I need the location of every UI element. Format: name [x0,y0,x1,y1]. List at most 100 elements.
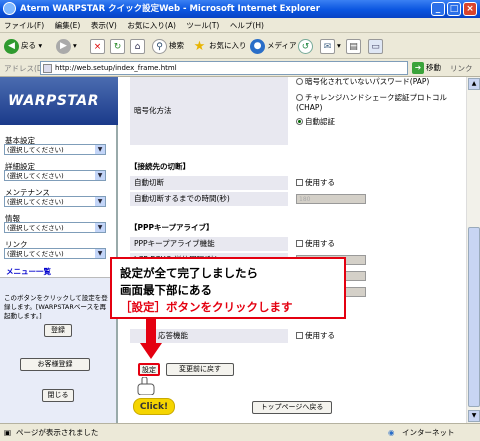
callout-line-1: 設定が全て完了しましたら [120,266,258,280]
chevron-down-icon: ▼ [95,197,105,206]
refresh-button[interactable]: ↻ [110,37,127,55]
page-icon [43,64,52,73]
radio-auto[interactable]: 自動認証 [296,117,456,127]
auto-disconnect-label: 自動切断 [130,176,288,190]
internet-zone-icon: ◉ [388,428,395,437]
disconnect-header: 【接続先の切断】 [130,162,190,171]
ie-logo-icon [3,2,16,15]
close-button[interactable]: × [463,2,477,16]
links-label[interactable]: リンク [450,63,473,74]
go-button[interactable]: ➔ 移動 [412,62,441,74]
encryption-row: 暗号化方法 暗号化されていないパスワード(PAP) チャレンジハンドシェーク認証… [130,77,456,145]
basic-settings-select[interactable]: (選択してください) ▼ [4,144,106,155]
ppp-keepalive-checkbox[interactable]: 使用する [292,237,335,251]
detail-settings-select[interactable]: (選択してください) ▼ [4,170,106,181]
red-down-arrow-icon [140,319,162,359]
close-window-button[interactable]: 閉じる [42,389,74,402]
disconnect-time-label: 自動切断するまでの時間(秒) [130,192,288,206]
sidebar-panel: このボタンをクリックして設定を登録します。[WARPSTARベースを再起動します… [0,277,116,423]
back-arrow-icon: ◀ [4,38,19,54]
echo-reply-row: 応答機能 使用する [130,329,456,343]
scroll-up-icon[interactable]: ▲ [468,78,480,90]
auto-disconnect-checkbox[interactable]: 使用する [292,176,335,190]
stop-button[interactable]: × [90,37,107,55]
chevron-down-icon: ▼ [95,145,105,154]
menu-list-link[interactable]: メニュー一覧 [6,266,51,277]
scroll-thumb[interactable] [468,227,480,407]
pointing-hand-icon [137,377,155,395]
media-button[interactable]: ● メディア [250,37,296,55]
maximize-button[interactable]: □ [447,2,461,16]
page-status-icon: ▣ [4,428,12,437]
customer-register-button[interactable]: お客様登録 [20,358,90,371]
menu-file[interactable]: ファイル(F) [0,18,48,31]
address-input[interactable]: http://web.setup/index_frame.html [40,61,408,75]
mail-button[interactable]: ✉ ▾ [320,37,341,55]
radio-selected-icon [296,118,303,125]
instruction-callout: 設定が全て完了しましたら 画面最下部にある ［設定］ボタンをクリックします [110,257,346,319]
toolbar: ◀ 戻る ▾ ▶ ▾ × ↻ ⌂ ⚲ 検索 ★ お気に入り ● メディア ↺ ✉ ▾ ▤ ▭ [0,33,480,59]
register-button[interactable]: 登録 [44,324,72,337]
click-label: Click! [133,398,175,415]
disconnect-time-field[interactable]: 180 [296,194,366,204]
history-icon: ↺ [298,38,313,54]
menu-tools[interactable]: ツール(T) [182,18,223,31]
print-icon: ▤ [346,38,361,54]
radio-pap[interactable]: 暗号化されていないパスワード(PAP) [296,77,456,87]
search-icon: ⚲ [152,38,167,54]
chevron-down-icon: ▼ [95,249,105,258]
auto-disconnect-row: 自動切断 使用する [130,176,456,190]
vertical-scrollbar[interactable]: ▲ ▼ [466,77,480,423]
encryption-label: 暗号化方法 [130,77,288,145]
search-button[interactable]: ⚲ 検索 [152,37,184,55]
back-button[interactable]: ◀ 戻る ▾ [4,37,42,55]
scroll-down-icon[interactable]: ▼ [468,410,480,422]
home-button[interactable]: ⌂ [130,37,147,55]
set-button[interactable]: 設定 [138,363,160,376]
menu-bar: ファイル(F) 編集(E) 表示(V) お気に入り(A) ツール(T) ヘルプ(… [0,18,480,33]
maintenance-select[interactable]: (選択してください) ▼ [4,196,106,207]
radio-chap[interactable]: チャレンジハンドシェーク認証プロトコル(CHAP) [296,93,456,113]
stop-icon: × [90,38,105,54]
print-button[interactable]: ▤ [346,37,363,55]
ppp-header: 【PPPキープアライブ】 [130,223,214,232]
menu-edit[interactable]: 編集(E) [51,18,85,31]
status-text: ページが表示されました [16,428,99,437]
menu-favorites[interactable]: お気に入り(A) [123,18,179,31]
status-bar: ▣ ページが表示されました ◉ インターネット [0,423,480,441]
warpstar-logo: WARPSTAR [0,77,118,125]
history-button[interactable]: ↺ [298,37,315,55]
menu-view[interactable]: 表示(V) [87,18,121,31]
reset-button[interactable]: 変更前に戻す [166,363,234,376]
menu-help[interactable]: ヘルプ(H) [226,18,268,31]
favorites-button[interactable]: ★ お気に入り [192,37,247,55]
mail-icon: ✉ [320,38,335,54]
forward-arrow-icon: ▶ [56,38,71,54]
forward-button[interactable]: ▶ ▾ [56,37,77,55]
checkbox-icon [296,332,303,339]
edit-icon: ▭ [368,38,383,54]
ppp-keepalive-label: PPPキープアライブ機能 [130,237,288,251]
sidebar-frame: WARPSTAR 基本設定 (選択してください) ▼ 詳細設定 (選択してくださ… [0,77,118,423]
edit-button[interactable]: ▭ [368,37,385,55]
minimize-button[interactable]: _ [431,2,445,16]
address-url: http://web.setup/index_frame.html [55,64,177,72]
window-title: Aterm WARPSTAR クイック設定Web - Microsoft Int… [20,4,320,14]
chevron-down-icon: ▼ [95,223,105,232]
radio-icon [296,78,303,85]
encryption-options: 暗号化されていないパスワード(PAP) チャレンジハンドシェーク認証プロトコル(… [292,77,456,127]
callout-line-3: ［設定］ボタンをクリックします [120,300,293,314]
disconnect-time-row: 自動切断するまでの時間(秒) 180 [130,192,456,206]
ppp-keepalive-row: PPPキープアライブ機能 使用する [130,237,456,251]
star-icon: ★ [193,38,206,54]
top-page-button[interactable]: トップページへ戻る [252,401,332,414]
title-bar: Aterm WARPSTAR クイック設定Web - Microsoft Int… [0,0,480,18]
checkbox-icon [296,179,303,186]
echo-reply-checkbox[interactable]: 使用する [292,329,335,343]
address-bar: アドレス(D) http://web.setup/index_frame.htm… [0,59,480,77]
register-note: このボタンをクリックして設定を登録します。[WARPSTARベースを再起動します… [4,294,108,320]
link-select[interactable]: (選択してください) ▼ [4,248,106,259]
info-select[interactable]: (選択してください) ▼ [4,222,106,233]
home-icon: ⌂ [130,38,145,54]
media-icon: ● [250,38,265,54]
